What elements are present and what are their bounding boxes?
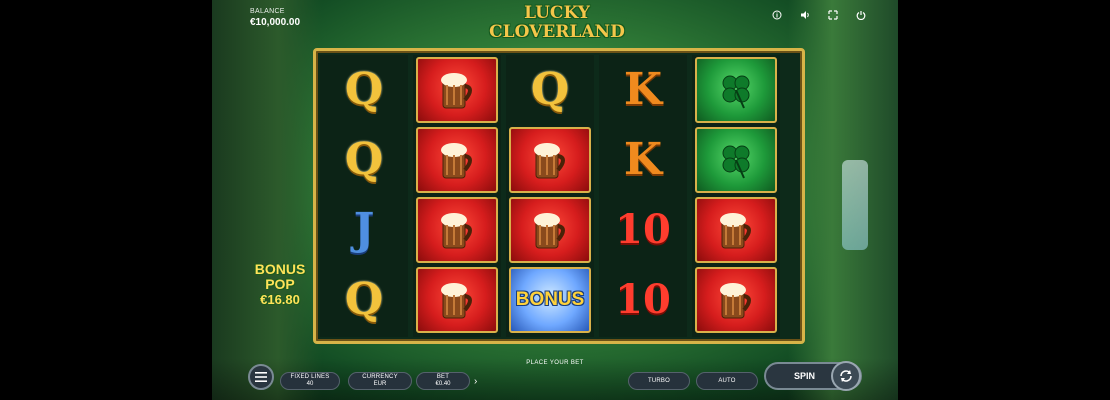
fixed-lines-value: 40 (306, 381, 314, 387)
bonus-symbol-label: BONUS (515, 289, 585, 310)
symbol-q: Q (344, 134, 384, 185)
symbol-j: J (353, 204, 375, 255)
sound-icon[interactable] (798, 8, 812, 22)
waterfall (842, 160, 868, 250)
fixed-lines-label: FIXED LINES (290, 374, 330, 380)
reel-5 (692, 55, 780, 337)
beer-mug-icon (509, 197, 591, 263)
bonus-pop-value: €16.80 (260, 292, 300, 307)
bonus-pop-badge: BONUS POP €16.80 (250, 261, 310, 308)
game-logo: LUCKY CLOVERLAND (482, 4, 632, 50)
bonus-pop-line2: POP (265, 276, 295, 292)
beer-mug-icon (509, 127, 591, 193)
info-icon[interactable] (770, 8, 784, 22)
symbol-q: Q (344, 274, 384, 325)
logo-line1: LUCKY (524, 3, 590, 23)
bet-increase-chevron-icon[interactable]: › (474, 376, 477, 387)
auto-button[interactable]: AUTO (696, 372, 758, 390)
reel-4: K K 10 10 (599, 55, 687, 337)
game-area: BALANCE €10,000.00 LUCKY CLOVERLAND Q Q … (212, 0, 898, 400)
balance-label: BALANCE (250, 8, 285, 15)
reels-frame: Q Q J Q Q BONUS K K 10 10 (313, 48, 805, 344)
symbol-k: K (623, 134, 663, 185)
menu-button[interactable] (248, 364, 274, 390)
fullscreen-icon[interactable] (826, 8, 840, 22)
currency-label: CURRENCY (362, 374, 398, 380)
beer-mug-icon (416, 57, 498, 123)
turbo-button[interactable]: TURBO (628, 372, 690, 390)
symbol-q: Q (344, 64, 384, 115)
power-icon[interactable] (854, 8, 868, 22)
logo-line2: CLOVERLAND (489, 22, 625, 42)
beer-mug-icon (416, 197, 498, 263)
bonus-pop-line1: BONUS (254, 261, 306, 277)
symbol-q: Q (530, 64, 570, 115)
top-icons (770, 8, 868, 22)
bonus-symbol: BONUS (509, 267, 591, 333)
beer-mug-icon (695, 267, 777, 333)
currency-value: EUR (373, 381, 387, 387)
beer-mug-icon (695, 197, 777, 263)
currency-selector[interactable]: CURRENCY EUR (348, 372, 412, 390)
reel-3: Q BONUS (506, 55, 594, 337)
beer-mug-icon (416, 267, 498, 333)
forest-left (212, 0, 322, 400)
reel-1: Q Q J Q (320, 55, 408, 337)
bet-selector[interactable]: BET €0.40 (416, 372, 470, 390)
balance-panel: BALANCE €10,000.00 (250, 8, 300, 28)
fixed-lines-display: FIXED LINES 40 (280, 372, 340, 390)
bet-label: BET (436, 374, 450, 380)
spin-icon[interactable] (831, 361, 861, 391)
beer-mug-icon (416, 127, 498, 193)
clover-icon (695, 127, 777, 193)
spin-label: SPIN (794, 371, 816, 381)
bet-value: €0.40 (435, 381, 451, 387)
clover-icon (695, 57, 777, 123)
hamburger-icon (255, 372, 267, 382)
symbol-10: 10 (615, 206, 671, 253)
reel-2 (413, 55, 501, 337)
balance-value: €10,000.00 (250, 17, 301, 28)
turbo-label: TURBO (648, 377, 670, 384)
symbol-k: K (623, 64, 663, 115)
symbol-10: 10 (615, 276, 671, 323)
auto-label: AUTO (718, 377, 736, 384)
